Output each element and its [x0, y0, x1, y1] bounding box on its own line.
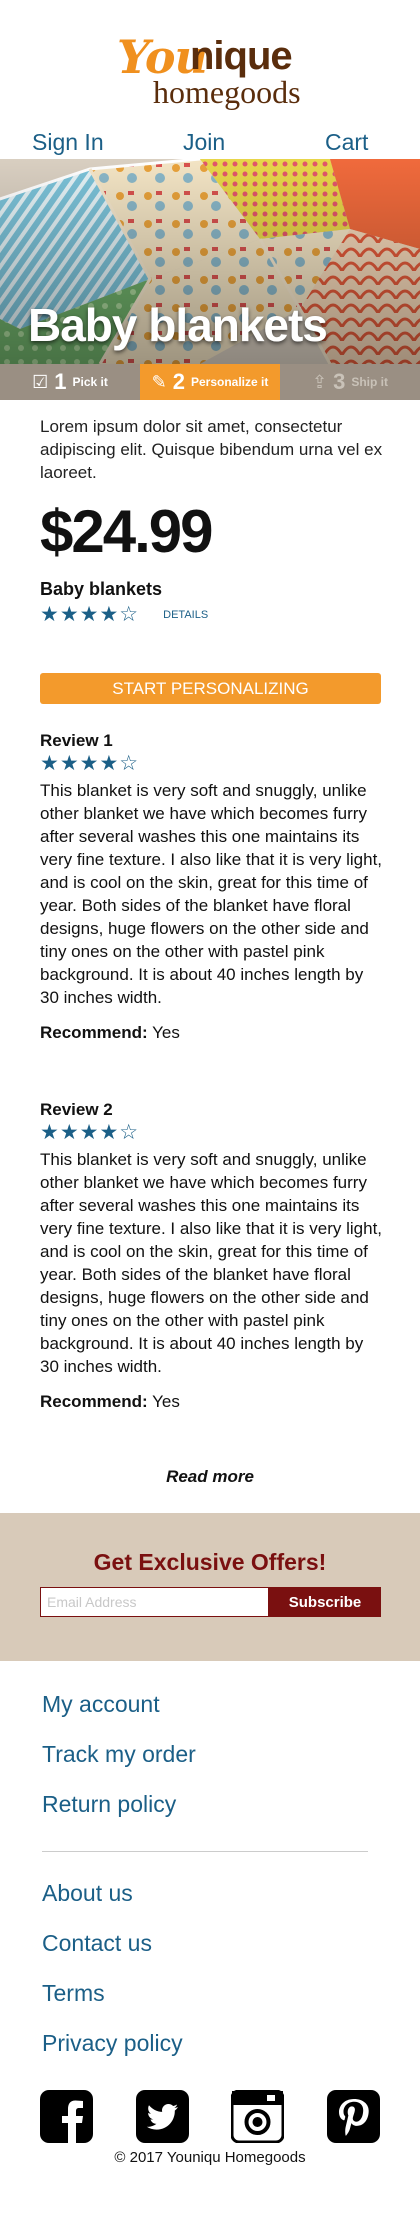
header: You nique homegoods: [0, 0, 420, 127]
product-description: Lorem ipsum dolor sit amet, consectetur …: [40, 417, 383, 482]
step-label: Pick it: [72, 375, 108, 389]
step-pick-it[interactable]: ☑ 1 Pick it: [0, 364, 140, 400]
newsletter-section: Get Exclusive Offers! Subscribe: [0, 1513, 420, 1661]
brand-logo[interactable]: You nique homegoods: [113, 24, 313, 110]
logo-subtitle: homegoods: [153, 74, 301, 110]
step-progress: ☑ 1 Pick it ✎ 2 Personalize it ⇪ 3 Ship …: [0, 364, 420, 400]
product-info: Lorem ipsum dolor sit amet, consectetur …: [0, 400, 420, 626]
nav-signin-link[interactable]: Sign In: [32, 129, 104, 156]
step-ship-it: ⇪ 3 Ship it: [280, 364, 420, 400]
facebook-icon[interactable]: [40, 2090, 93, 2143]
footer-link-privacy-policy[interactable]: Privacy policy: [42, 2018, 380, 2068]
details-link[interactable]: DETAILS: [163, 609, 208, 621]
star-rating: ★★★★☆: [40, 603, 140, 626]
page-title: Baby blankets: [28, 299, 328, 351]
recommend-value: Yes: [152, 1392, 180, 1411]
product-price: $24.99: [40, 498, 214, 565]
hero-banner: Baby blankets: [0, 159, 420, 364]
review-item: Review 1 ★★★★☆ This blanket is very soft…: [40, 731, 382, 1043]
footer-link-my-account[interactable]: My account: [42, 1679, 380, 1729]
social-links: [0, 2068, 420, 2143]
footer-divider: [42, 1851, 368, 1852]
read-more-link[interactable]: Read more: [0, 1467, 420, 1487]
review-item: Review 2 ★★★★☆ This blanket is very soft…: [40, 1100, 382, 1412]
footer-link-terms[interactable]: Terms: [42, 1968, 380, 2018]
top-nav: Sign In Join Cart: [0, 127, 420, 159]
step-number: 3: [333, 369, 346, 394]
newsletter-form: Subscribe: [40, 1587, 381, 1617]
instagram-icon[interactable]: [231, 2090, 285, 2143]
step-label: Ship it: [351, 375, 388, 389]
review-text: This blanket is very soft and snuggly, u…: [40, 781, 383, 1007]
review-text: This blanket is very soft and snuggly, u…: [40, 1150, 383, 1376]
step-number: 2: [172, 369, 185, 394]
footer-link-track-order[interactable]: Track my order: [42, 1729, 380, 1779]
start-personalizing-button[interactable]: START PERSONALIZING: [40, 673, 381, 704]
offers-title: Get Exclusive Offers!: [93, 1549, 327, 1575]
review-recommend: Recommend: Yes: [40, 1023, 380, 1043]
recommend-label: Recommend:: [40, 1023, 148, 1042]
review-title: Review 1: [40, 731, 113, 750]
twitter-icon[interactable]: [135, 2090, 189, 2143]
review-recommend: Recommend: Yes: [40, 1392, 380, 1412]
subscribe-button[interactable]: Subscribe: [269, 1587, 381, 1617]
nav-join-link[interactable]: Join: [183, 129, 225, 156]
pinterest-icon[interactable]: [326, 2090, 380, 2143]
star-rating: ★★★★☆: [40, 752, 140, 775]
star-rating: ★★★★☆: [40, 1121, 140, 1144]
footer-link-return-policy[interactable]: Return policy: [42, 1779, 380, 1829]
share-icon: ⇪: [311, 371, 328, 392]
nav-cart-link[interactable]: Cart: [325, 129, 368, 156]
email-input[interactable]: [40, 1587, 269, 1617]
copyright-text: © 2017 Youniqu Homegoods: [114, 2149, 306, 2166]
step-personalize-it[interactable]: ✎ 2 Personalize it: [140, 364, 280, 400]
product-name: Baby blankets: [40, 579, 163, 599]
edit-icon: ✎: [151, 371, 167, 392]
reviews-section: Review 1 ★★★★☆ This blanket is very soft…: [0, 731, 420, 1412]
step-label: Personalize it: [190, 375, 269, 389]
footer-link-contact-us[interactable]: Contact us: [42, 1918, 380, 1968]
footer-link-about-us[interactable]: About us: [42, 1868, 380, 1918]
recommend-value: Yes: [152, 1023, 180, 1042]
product-rating-row: ★★★★☆ DETAILS: [40, 604, 380, 626]
check-icon: ☑: [32, 371, 49, 392]
step-number: 1: [54, 369, 67, 394]
review-title: Review 2: [40, 1100, 113, 1119]
logo-nique: nique: [190, 34, 293, 78]
footer: My account Track my order Return policy …: [0, 1661, 420, 2068]
recommend-label: Recommend:: [40, 1392, 148, 1411]
